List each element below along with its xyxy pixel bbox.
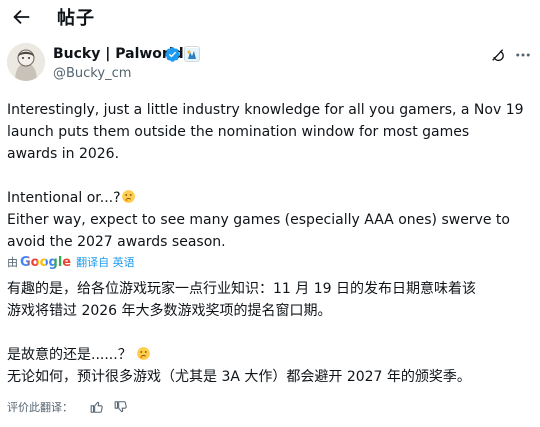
tweet-translated-paragraph-2: 无论如何，预计很多游戏（尤其是 3A 大作）都会避开 2027 年的颁奖季。: [7, 369, 471, 385]
top-bar: 帖子: [0, 0, 540, 34]
arrow-left-icon[interactable]: [10, 6, 32, 28]
google-text: Google: [20, 255, 72, 270]
tweet-original-text: Interestingly, just a little industry kn…: [7, 99, 533, 253]
author-handle[interactable]: @Bucky_cm: [53, 66, 131, 81]
google-logo: Google: [20, 255, 71, 270]
avatar[interactable]: [7, 43, 45, 81]
avatar-image: [7, 43, 45, 81]
page-title: 帖子: [57, 8, 95, 29]
affiliate-logo-icon: [185, 48, 199, 61]
more-horizontal-icon[interactable]: [514, 47, 532, 63]
tweet-translated-paragraph: 有趣的是，给各位游戏玩家一点行业知识：11 月 19 日的发布日期意味着该 游戏…: [7, 281, 476, 363]
translation-attribution: 由 Google 翻译自 英语: [7, 255, 135, 271]
thumbs-down-icon[interactable]: [114, 400, 128, 414]
tweet-original-paragraph: Interestingly, just a little industry kn…: [7, 102, 524, 206]
translation-by-label: 由: [7, 256, 18, 269]
rate-translation-label: 评价此翻译：: [7, 401, 73, 414]
tweet-translated-text: 有趣的是，给各位游戏玩家一点行业知识：11 月 19 日的发布日期意味着该 游戏…: [7, 278, 533, 388]
translate-from-link[interactable]: 翻译自 英语: [76, 256, 135, 269]
verified-badge-icon: [165, 47, 180, 62]
tweet-original-paragraph-2: Either way, expect to see many games (es…: [7, 212, 510, 250]
thinking-face-emoji-icon: [121, 190, 135, 203]
thinking-face-emoji-icon: [137, 347, 151, 360]
grok-icon[interactable]: [490, 47, 506, 63]
affiliate-badge-icon[interactable]: [184, 46, 200, 62]
thumbs-up-icon[interactable]: [90, 400, 104, 414]
